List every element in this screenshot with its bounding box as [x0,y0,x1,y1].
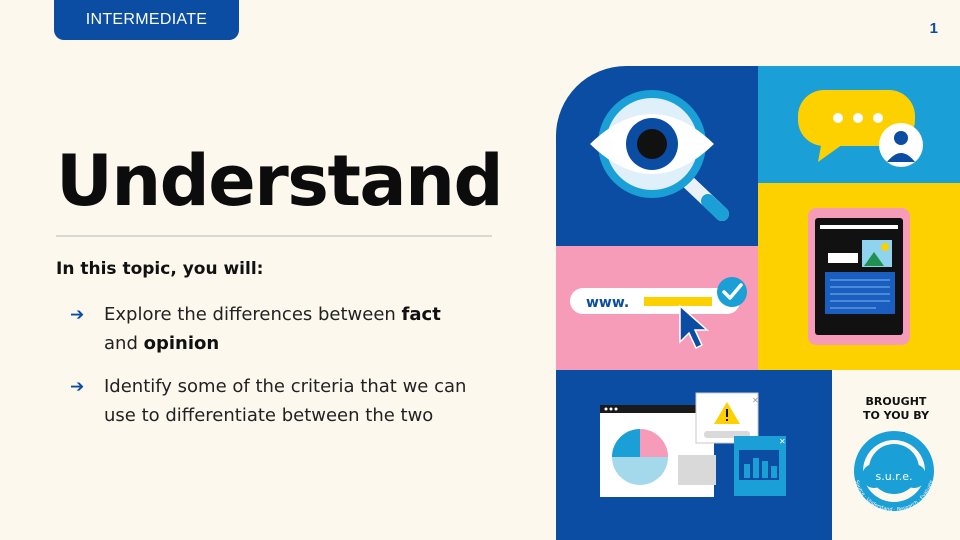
verified-check-icon [717,277,747,307]
learning-objectives-list: ➔ Explore the differences between fact a… [70,300,470,444]
brought-line-1: BROUGHT [866,395,927,408]
level-badge: INTERMEDIATE [54,0,239,40]
arrow-right-icon: ➔ [70,377,85,397]
list-item: ➔ Identify some of the criteria that we … [70,372,470,430]
title-divider [56,235,492,237]
intro-text: In this topic, you will: [56,259,264,279]
brought-line-2: TO YOU BY [863,409,930,422]
page-number: 1 [929,20,938,37]
sure-logo: s.u.r.e. Source · Understand · Research … [853,431,935,513]
page-title: Understand [56,140,504,222]
user-avatar-icon [879,123,923,167]
bar-chart-window: ✕ [734,436,786,496]
pie-chart-icon [612,429,668,485]
topic-illustration: www. ✕ ✕ BROUGHT TO YOU BY s.u.r.e. Sour… [556,66,960,540]
svg-text:www.: www. [586,295,629,311]
tablet-icon [808,208,910,345]
url-bar: www. [570,288,740,314]
close-icon: ✕ [752,396,759,405]
close-icon: ✕ [779,437,786,446]
bullet-text: Identify some of the criteria that we ca… [104,376,467,426]
arrow-right-icon: ➔ [70,305,85,325]
image-placeholder [678,455,716,485]
bullet-text: Explore the differences between fact and… [104,304,441,354]
list-item: ➔ Explore the differences between fact a… [70,300,470,358]
svg-text:s.u.r.e.: s.u.r.e. [876,470,913,483]
alert-dialog: ✕ [695,392,759,444]
